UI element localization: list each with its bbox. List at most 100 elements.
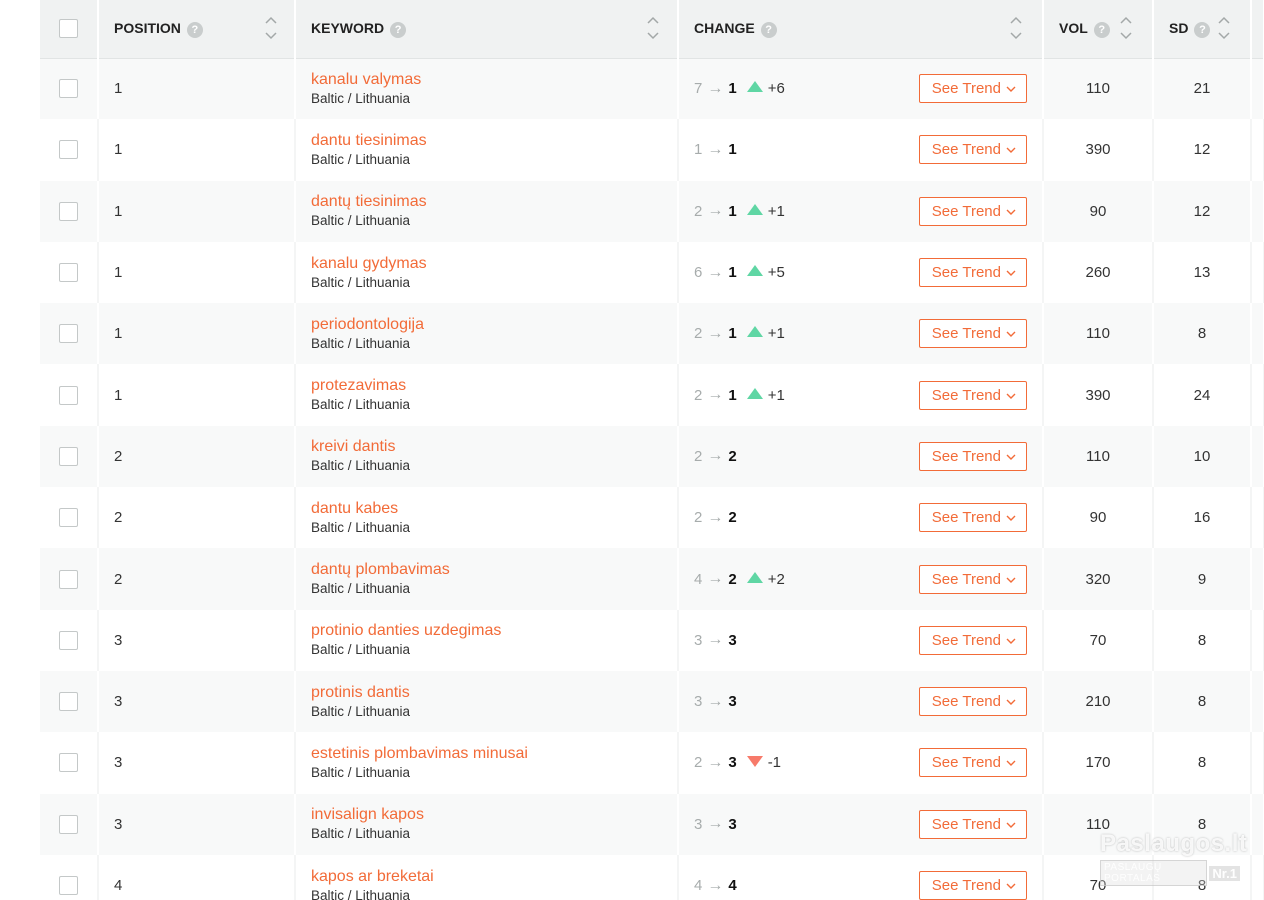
see-trend-button[interactable]: See Trend — [918, 319, 1027, 349]
help-icon[interactable]: ? — [1194, 21, 1211, 38]
keyword-link[interactable]: kanalu valymas — [311, 70, 662, 90]
see-trend-label: See Trend — [931, 325, 1001, 343]
header-position[interactable]: POSITION? — [98, 0, 296, 59]
keyword-link[interactable]: invisalign kapos — [311, 805, 662, 825]
row-checkbox[interactable] — [59, 508, 78, 528]
watermark-badge: Nr.1 — [1209, 865, 1240, 881]
see-trend-button[interactable]: See Trend — [918, 503, 1027, 533]
header-sd-label: SD — [1169, 19, 1189, 36]
keyword-link[interactable]: protezavimas — [311, 376, 662, 396]
table-row: 3 invisalign kapos Baltic / Lithuania 3 → 3 Se… — [40, 793, 1264, 855]
rank-delta: +5 — [767, 264, 785, 282]
see-trend-label: See Trend — [931, 570, 1001, 588]
watermark-sub: PASLAUGŲ PORTALAS Nr.1 — [1100, 860, 1240, 886]
see-trend-button[interactable]: See Trend — [918, 74, 1027, 104]
table-row: 1 dantu tiesinimas Baltic / Lithuania 1 → 1 Se… — [40, 119, 1264, 181]
keyword-cell: dantų plombavimas Baltic / Lithuania — [295, 548, 679, 610]
row-checkbox[interactable] — [59, 263, 78, 283]
table-row: 1 protezavimas Baltic / Lithuania 2 → 1 +1 See … — [40, 364, 1264, 426]
extra-cell — [1251, 609, 1264, 671]
sort-icon[interactable] — [264, 14, 278, 42]
keyword-link[interactable]: estetinis plombavimas minusai — [311, 744, 662, 764]
see-trend-button[interactable]: See Trend — [918, 748, 1027, 778]
current-rank: 2 — [728, 447, 737, 465]
row-checkbox[interactable] — [59, 569, 78, 589]
header-sd[interactable]: SD? — [1153, 0, 1252, 59]
vol-cell: 110 — [1043, 58, 1154, 120]
header-change[interactable]: CHANGE? — [678, 0, 1044, 59]
keyword-location: Baltic / Lithuania — [311, 519, 411, 535]
keyword-link[interactable]: dantų tiesinimas — [311, 192, 662, 212]
row-checkbox[interactable] — [59, 201, 78, 221]
keyword-link[interactable]: dantu tiesinimas — [311, 131, 662, 151]
chevron-down-icon — [1006, 632, 1016, 649]
header-vol[interactable]: VOL? — [1043, 0, 1154, 59]
keyword-link[interactable]: kreivi dantis — [311, 437, 662, 457]
help-icon[interactable]: ? — [390, 21, 407, 38]
see-trend-label: See Trend — [931, 447, 1001, 465]
rank-up-icon — [746, 571, 763, 583]
sort-icon[interactable] — [1009, 14, 1023, 42]
position-cell: 1 — [98, 119, 296, 181]
help-icon[interactable]: ? — [760, 21, 777, 38]
see-trend-button[interactable]: See Trend — [918, 625, 1027, 655]
see-trend-button[interactable]: See Trend — [918, 809, 1027, 839]
sort-icon[interactable] — [646, 14, 660, 42]
change-cell: 4 → 2 +2 See Trend — [678, 548, 1044, 610]
see-trend-button[interactable]: See Trend — [918, 135, 1027, 165]
row-select-cell — [40, 793, 99, 855]
see-trend-button[interactable]: See Trend — [918, 258, 1027, 288]
help-icon[interactable]: ? — [1093, 21, 1110, 38]
chevron-down-icon — [1006, 80, 1016, 97]
row-checkbox[interactable] — [59, 692, 78, 712]
row-checkbox[interactable] — [59, 753, 78, 773]
see-trend-button[interactable]: See Trend — [918, 871, 1027, 900]
sort-icon[interactable] — [1217, 14, 1231, 42]
keyword-link[interactable]: dantu kabes — [311, 499, 662, 519]
keyword-link[interactable]: kanalu gydymas — [311, 254, 662, 274]
change-cell: 3 → 3 See Trend — [678, 609, 1044, 671]
change-cell: 2 → 1 +1 See Trend — [678, 303, 1044, 365]
sd-cell: 21 — [1153, 58, 1252, 120]
row-checkbox[interactable] — [59, 79, 78, 99]
row-checkbox[interactable] — [59, 630, 78, 650]
previous-rank: 6 — [694, 264, 703, 282]
see-trend-button[interactable]: See Trend — [918, 380, 1027, 410]
keyword-link[interactable]: dantų plombavimas — [311, 560, 662, 580]
row-checkbox[interactable] — [59, 876, 78, 895]
see-trend-button[interactable]: See Trend — [918, 564, 1027, 594]
see-trend-button[interactable]: See Trend — [918, 687, 1027, 717]
see-trend-button[interactable]: See Trend — [918, 441, 1027, 471]
see-trend-button[interactable]: See Trend — [918, 196, 1027, 226]
header-keyword[interactable]: KEYWORD? — [295, 0, 679, 59]
row-checkbox[interactable] — [59, 814, 78, 834]
keyword-link[interactable]: kapos ar breketai — [311, 867, 662, 887]
sd-cell: 8 — [1153, 609, 1252, 671]
row-checkbox[interactable] — [59, 446, 78, 466]
extra-cell — [1251, 854, 1264, 900]
help-icon[interactable]: ? — [186, 21, 203, 38]
see-trend-label: See Trend — [931, 877, 1001, 894]
row-checkbox[interactable] — [59, 385, 78, 405]
chevron-down-icon — [1006, 325, 1016, 342]
sd-cell: 8 — [1153, 670, 1252, 733]
select-all-checkbox[interactable] — [59, 19, 78, 39]
sd-cell: 16 — [1153, 487, 1252, 549]
keyword-link[interactable]: protinio danties uzdegimas — [311, 621, 662, 641]
rank-up-icon — [746, 326, 763, 338]
current-rank: 3 — [728, 815, 737, 833]
row-checkbox[interactable] — [59, 324, 78, 344]
header-change-label: CHANGE — [694, 19, 755, 36]
keyword-link[interactable]: protinis dantis — [311, 683, 662, 703]
change-cell: 1 → 1 See Trend — [678, 119, 1044, 181]
keyword-location: Baltic / Lithuania — [311, 581, 411, 597]
keyword-link[interactable]: periodontologija — [311, 315, 662, 335]
sort-icon[interactable] — [1119, 14, 1133, 42]
header-select-all[interactable] — [40, 0, 99, 59]
see-trend-label: See Trend — [931, 754, 1001, 772]
row-select-cell — [40, 303, 99, 365]
arrow-right-icon: → — [707, 79, 724, 97]
keyword-cell: kanalu valymas Baltic / Lithuania — [295, 58, 679, 120]
row-checkbox[interactable] — [59, 140, 78, 160]
previous-rank: 2 — [694, 202, 703, 220]
